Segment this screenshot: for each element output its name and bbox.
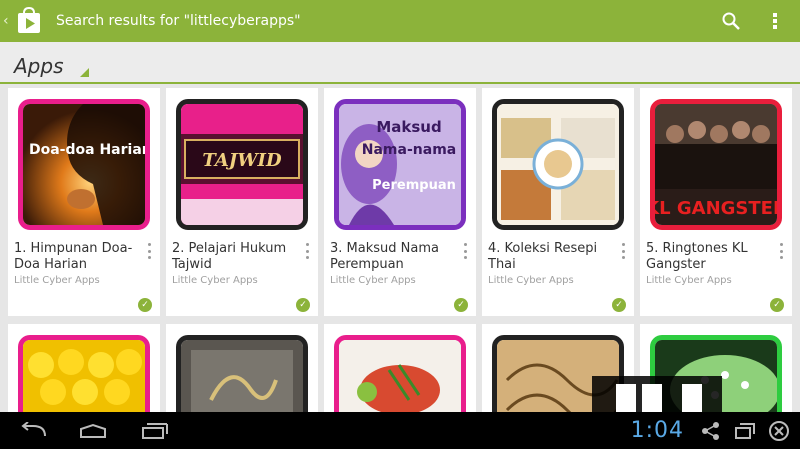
- svg-text:Nama-nama: Nama-nama: [362, 142, 456, 158]
- card-menu-icon[interactable]: [302, 243, 312, 259]
- back-chevron-icon[interactable]: ‹: [3, 13, 13, 29]
- app-name: 3. Maksud Nama Perempuan: [330, 241, 439, 272]
- app-card-5[interactable]: KL GANGSTER 5. Ringtones KL Gangster Lit…: [640, 88, 792, 316]
- app-thumbnail-3: Maksud Nama-nama Perempuan: [334, 99, 466, 230]
- installed-check-icon: ✓: [612, 298, 626, 312]
- card-menu-icon[interactable]: [618, 243, 628, 259]
- app-card-8[interactable]: [324, 324, 476, 449]
- thumb-text-5: KL GANGSTER: [655, 198, 777, 219]
- apps-section-header[interactable]: Apps: [0, 42, 800, 84]
- overflow-menu-button[interactable]: [760, 6, 790, 36]
- svg-text:Perempuan: Perempuan: [372, 178, 456, 193]
- app-name: 1. Himpunan Doa-Doa Harian: [14, 241, 133, 272]
- app-card-4[interactable]: 4. Koleksi Resepi Thai Little Cyber Apps…: [482, 88, 634, 316]
- overflow-menu-icon: [773, 13, 777, 29]
- app-thumbnail-5: KL GANGSTER: [650, 99, 782, 230]
- app-developer: Little Cyber Apps: [172, 275, 258, 286]
- app-name: 2. Pelajari Hukum Tajwid: [172, 241, 287, 272]
- search-results-title: Search results for "littlecyberapps": [56, 13, 301, 29]
- app-developer: Little Cyber Apps: [14, 275, 100, 286]
- back-arrow-icon: [21, 421, 46, 436]
- thumb-text-1: Doa-doa Harian: [29, 142, 145, 158]
- dropdown-triangle-icon: [80, 68, 89, 77]
- recent-apps-button[interactable]: [140, 419, 170, 443]
- action-bar: ‹ Search results for "littlecyberapps": [0, 0, 800, 42]
- app-name: 4. Koleksi Resepi Thai: [488, 241, 598, 272]
- app-thumbnail-1: Doa-doa Harian: [18, 99, 150, 230]
- window-button[interactable]: [730, 419, 760, 443]
- app-developer: Little Cyber Apps: [646, 275, 732, 286]
- play-store-icon[interactable]: [15, 6, 43, 35]
- search-icon: [722, 12, 740, 30]
- card-menu-icon[interactable]: [776, 243, 786, 259]
- recents-overlay: [592, 376, 722, 412]
- installed-check-icon: ✓: [770, 298, 784, 312]
- app-developer: Little Cyber Apps: [488, 275, 574, 286]
- share-icon: [702, 421, 719, 440]
- app-name: 5. Ringtones KL Gangster: [646, 241, 748, 272]
- close-button[interactable]: [764, 419, 794, 443]
- back-button[interactable]: [18, 419, 48, 443]
- app-thumbnail-4: [492, 99, 624, 230]
- app-card-2[interactable]: TAJWID 2. Pelajari Hukum Tajwid Little C…: [166, 88, 318, 316]
- svg-text:Maksud: Maksud: [376, 118, 441, 136]
- share-button[interactable]: [696, 419, 726, 443]
- installed-check-icon: ✓: [138, 298, 152, 312]
- app-card-6[interactable]: [8, 324, 160, 449]
- card-menu-icon[interactable]: [460, 243, 470, 259]
- thumb-text-2: TAJWID: [202, 150, 282, 171]
- close-icon: [769, 420, 789, 441]
- app-thumbnail-2: TAJWID: [176, 99, 308, 230]
- installed-check-icon: ✓: [454, 298, 468, 312]
- app-card-1[interactable]: Doa-doa Harian 1. Himpunan Doa-Doa Haria…: [8, 88, 160, 316]
- clock: 1:04: [630, 418, 684, 443]
- search-button[interactable]: [716, 6, 746, 36]
- installed-check-icon: ✓: [296, 298, 310, 312]
- home-button[interactable]: [78, 419, 108, 443]
- recent-apps-icon: [142, 422, 168, 439]
- app-card-3[interactable]: Maksud Nama-nama Perempuan 3. Maksud Nam…: [324, 88, 476, 316]
- home-icon: [80, 423, 106, 438]
- section-title: Apps: [14, 54, 64, 78]
- app-card-7[interactable]: [166, 324, 318, 449]
- card-menu-icon[interactable]: [144, 243, 154, 259]
- app-developer: Little Cyber Apps: [330, 275, 416, 286]
- system-nav-bar: 1:04: [0, 412, 800, 449]
- window-icon: [735, 422, 755, 439]
- section-divider: [0, 82, 800, 84]
